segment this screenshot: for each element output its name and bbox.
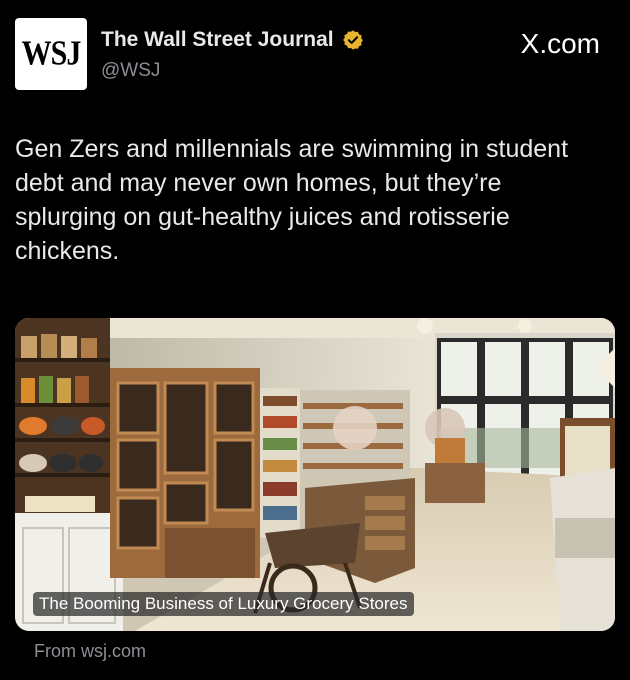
card-title: The Booming Business of Luxury Grocery S… xyxy=(33,592,414,616)
tweet-text: Gen Zers and millennials are swimming in… xyxy=(15,135,569,265)
card-source[interactable]: From wsj.com xyxy=(34,641,146,662)
site-label: X.com xyxy=(521,28,600,60)
avatar[interactable]: WSJ xyxy=(15,18,87,90)
verified-badge-icon xyxy=(342,30,363,50)
card-image xyxy=(15,318,615,631)
avatar-logo-text: WSJ xyxy=(21,34,82,73)
author-name[interactable]: The Wall Street Journal xyxy=(101,28,334,52)
link-card[interactable]: The Booming Business of Luxury Grocery S… xyxy=(15,318,615,631)
author-handle[interactable]: @WSJ xyxy=(101,60,160,82)
author-row: The Wall Street Journal xyxy=(101,28,364,52)
x-logo-icon: X.com xyxy=(520,28,600,59)
tweet-header: WSJ The Wall Street Journal @WSJ X.com xyxy=(15,18,615,96)
